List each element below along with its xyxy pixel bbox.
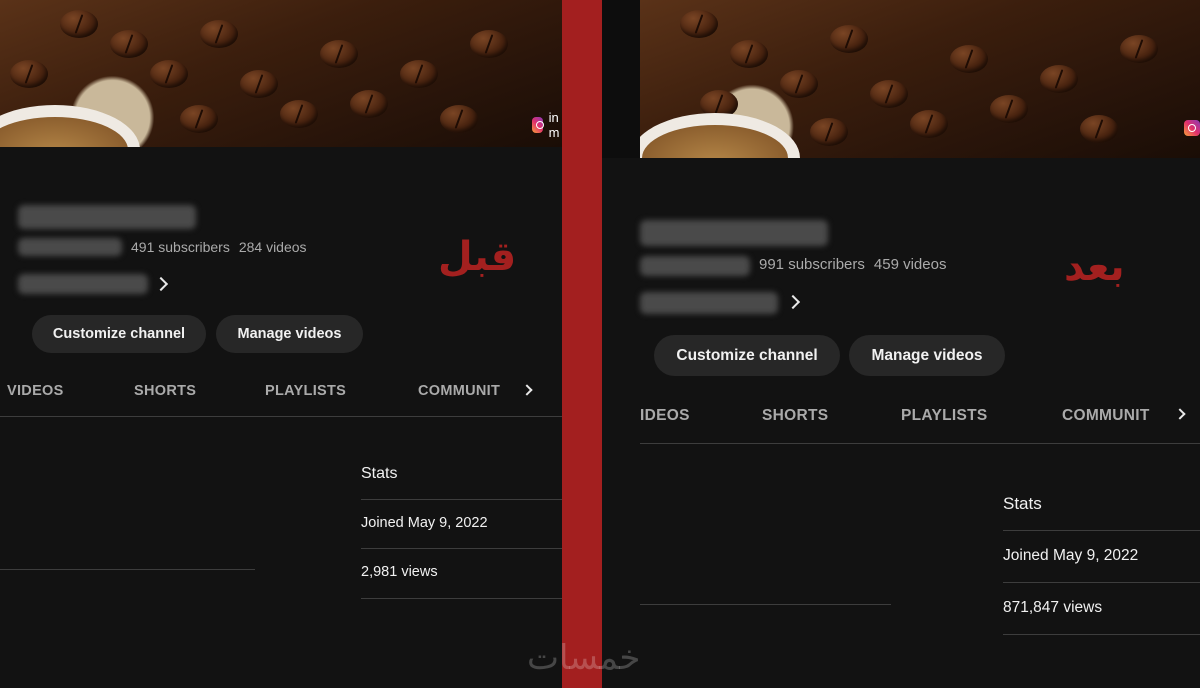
view-count: 2,981 views (361, 564, 438, 580)
coffee-bean (870, 80, 908, 108)
stats-divider (361, 499, 562, 500)
stats-divider (361, 598, 562, 599)
instagram-link[interactable]: in m (532, 110, 562, 140)
manage-videos-button[interactable]: Manage videos (216, 315, 363, 353)
coffee-bean (780, 70, 818, 98)
channel-description-blurred (18, 274, 148, 294)
watermark-logo: خمسات (527, 638, 641, 678)
description-divider (640, 604, 891, 605)
coffee-bean (1120, 35, 1158, 63)
joined-date: Joined May 9, 2022 (1003, 547, 1139, 564)
coffee-bean (400, 60, 438, 88)
tab-videos[interactable]: IDEOS (640, 407, 690, 425)
channel-banner: in m (0, 0, 562, 147)
subscriber-count: 491 subscribers (131, 239, 230, 255)
comparison-divider (562, 0, 602, 688)
after-panel: 991 subscribers 459 videos بعد Customize … (602, 0, 1200, 688)
stats-divider (361, 548, 562, 549)
customize-channel-button[interactable]: Customize channel (32, 315, 206, 353)
coffee-bean (680, 10, 718, 38)
coffee-bean (810, 118, 848, 146)
coffee-bean (150, 60, 188, 88)
coffee-bean (830, 25, 868, 53)
coffee-bean (240, 70, 278, 98)
subscriber-count: 991 subscribers (759, 256, 865, 273)
channel-stats-line: 491 subscribers 284 videos (131, 239, 307, 255)
coffee-bean (10, 60, 48, 88)
tabs-scroll-right-icon[interactable] (1174, 408, 1186, 420)
coffee-bean (440, 105, 478, 133)
view-count: 871,847 views (1003, 599, 1103, 616)
coffee-bean (110, 30, 148, 58)
tabs-divider (0, 416, 562, 417)
tab-community[interactable]: COMMUNIT (1062, 407, 1150, 425)
coffee-bean (200, 20, 238, 48)
coffee-bean (180, 105, 218, 133)
video-count: 284 videos (238, 239, 307, 255)
manage-videos-button[interactable]: Manage videos (849, 335, 1005, 376)
tab-videos[interactable]: VIDEOS (7, 383, 64, 399)
tabs-divider (640, 443, 1200, 444)
coffee-bean (910, 110, 948, 138)
banner-edge (602, 0, 640, 158)
after-label: بعد (1064, 244, 1125, 290)
coffee-bean (470, 30, 508, 58)
channel-stats-line: 991 subscribers 459 videos (759, 256, 946, 273)
channel-name-blurred (18, 205, 196, 229)
coffee-bean (990, 95, 1028, 123)
video-count: 459 videos (873, 256, 947, 273)
coffee-bean (1040, 65, 1078, 93)
coffee-bean (730, 40, 768, 68)
channel-handle-blurred (640, 256, 750, 276)
stats-divider (1003, 582, 1200, 583)
channel-description-blurred (640, 292, 778, 314)
stats-divider (1003, 530, 1200, 531)
channel-name-blurred (640, 220, 828, 246)
instagram-link-text: in m (548, 110, 560, 140)
channel-handle-blurred (18, 238, 122, 256)
coffee-bean (320, 40, 358, 68)
coffee-bean (950, 45, 988, 73)
tab-shorts[interactable]: SHORTS (762, 407, 828, 425)
chevron-right-icon[interactable] (785, 294, 801, 310)
instagram-link[interactable] (1184, 120, 1200, 136)
tab-playlists[interactable]: PLAYLISTS (901, 407, 988, 425)
tab-shorts[interactable]: SHORTS (134, 383, 196, 399)
description-divider (0, 569, 255, 570)
stats-title: Stats (1003, 494, 1042, 513)
before-panel: in m 491 subscribers 284 videos قبل Custo… (0, 0, 562, 688)
instagram-icon (1184, 120, 1200, 136)
chevron-right-icon[interactable] (153, 276, 169, 292)
stats-title: Stats (361, 465, 398, 482)
coffee-cup (0, 105, 140, 147)
before-label: قبل (438, 234, 517, 280)
instagram-icon (532, 117, 544, 133)
stats-divider (1003, 634, 1200, 635)
coffee-bean (280, 100, 318, 128)
coffee-cup (640, 113, 800, 158)
coffee-bean (1080, 115, 1118, 143)
tab-playlists[interactable]: PLAYLISTS (265, 383, 346, 399)
customize-channel-button[interactable]: Customize channel (654, 335, 840, 376)
tab-community[interactable]: COMMUNIT (418, 383, 500, 399)
tabs-scroll-right-icon[interactable] (521, 384, 533, 396)
joined-date: Joined May 9, 2022 (361, 515, 488, 531)
channel-banner (640, 0, 1200, 158)
coffee-bean (60, 10, 98, 38)
coffee-bean (350, 90, 388, 118)
